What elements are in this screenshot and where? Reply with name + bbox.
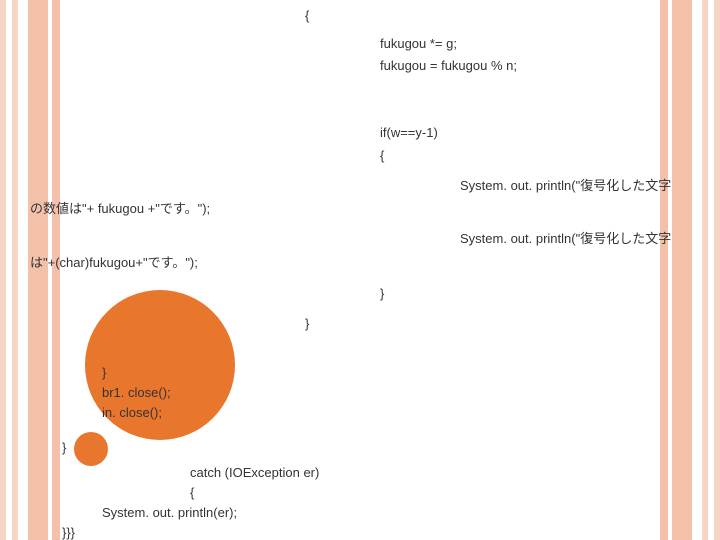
decor-stripe <box>672 0 692 540</box>
code-line: System. out. println(er); <box>102 505 237 520</box>
code-line: System. out. println("復号化した文字 <box>460 228 671 247</box>
code-line: { <box>380 148 384 163</box>
code-line: の数値は"+ fukugou +"です。"); <box>30 198 210 217</box>
decor-stripe <box>708 0 714 540</box>
code-line: { <box>190 485 194 500</box>
code-line: } <box>62 440 66 455</box>
decor-stripe <box>714 0 720 540</box>
code-line: }}} <box>62 525 75 540</box>
decor-circle-small <box>74 432 108 466</box>
decor-stripe <box>18 0 28 540</box>
code-line: は"+(char)fukugou+"です。"); <box>30 252 198 271</box>
code-line: if(w==y-1) <box>380 125 438 140</box>
code-line: fukugou = fukugou % n; <box>380 58 517 73</box>
code-line: System. out. println("復号化した文字 <box>460 175 671 194</box>
code-line: { <box>305 8 309 23</box>
code-line: br1. close(); <box>102 385 171 400</box>
code-line: catch (IOException er) <box>190 465 319 480</box>
decor-stripe <box>660 0 668 540</box>
decor-stripe <box>692 0 702 540</box>
code-line: in. close(); <box>102 405 162 420</box>
code-line: } <box>380 286 384 301</box>
decor-stripe <box>702 0 708 540</box>
code-line: fukugou *= g; <box>380 36 457 51</box>
code-line: } <box>305 316 309 331</box>
code-line: } <box>102 365 106 380</box>
decor-stripe <box>668 0 672 540</box>
